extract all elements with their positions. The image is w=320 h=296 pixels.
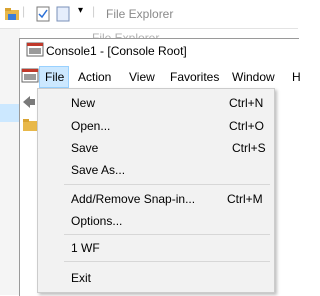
menu-item-save-as[interactable]: Save As... xyxy=(71,163,125,177)
properties-icon[interactable] xyxy=(36,6,50,22)
customize-toolbar-icon[interactable]: ▾ xyxy=(78,5,83,21)
shortcut-add-remove-snap-in: Ctrl+M xyxy=(227,192,263,206)
menu-file[interactable]: File xyxy=(45,70,64,84)
menu-item-add-remove-snap-in[interactable]: Add/Remove Snap-in... xyxy=(71,192,195,206)
console-title: Console1 - [Console Root] xyxy=(46,44,187,58)
menu-help[interactable]: H xyxy=(292,70,301,84)
explorer-selected-row[interactable] xyxy=(0,104,20,122)
explorer-nav-strip xyxy=(0,29,20,295)
folder-icon xyxy=(5,8,19,20)
title-divider: | xyxy=(92,4,96,18)
menu-item-new[interactable]: New xyxy=(71,96,95,110)
back-arrow-icon[interactable] xyxy=(22,95,36,109)
menu-action[interactable]: Action xyxy=(78,70,111,84)
menu-item-open[interactable]: Open... xyxy=(71,119,110,133)
menu-favorites[interactable]: Favorites xyxy=(170,70,219,84)
menu-item-save[interactable]: Save xyxy=(71,141,98,155)
explorer-window-title: File Explorer xyxy=(106,7,174,21)
console-system-menu-icon[interactable] xyxy=(21,68,39,84)
toolbar-divider: | xyxy=(22,4,26,18)
console-root-folder-icon[interactable] xyxy=(22,118,38,132)
menu-separator xyxy=(64,261,270,262)
menu-separator xyxy=(64,184,270,185)
menu-item-exit[interactable]: Exit xyxy=(71,271,91,285)
menu-separator xyxy=(64,234,270,235)
menu-window[interactable]: Window xyxy=(232,70,275,84)
shortcut-open: Ctrl+O xyxy=(229,119,265,133)
new-folder-icon[interactable] xyxy=(56,6,70,22)
menu-item-options[interactable]: Options... xyxy=(71,214,122,228)
mmc-console-icon xyxy=(26,42,44,57)
shortcut-save: Ctrl+S xyxy=(232,141,266,155)
menu-item-recent-1-wf[interactable]: 1 WF xyxy=(71,241,100,255)
shortcut-new: Ctrl+N xyxy=(229,96,264,110)
menu-view[interactable]: View xyxy=(129,70,155,84)
